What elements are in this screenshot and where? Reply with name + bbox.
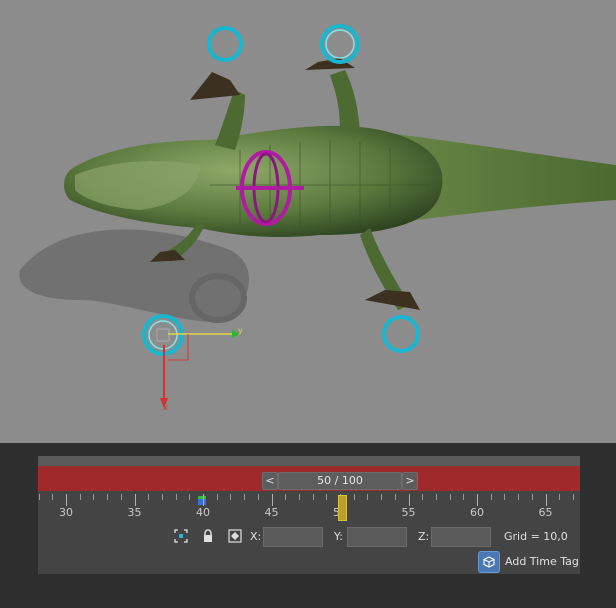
ik-helper-rear-left — [320, 24, 360, 64]
ruler-tick — [189, 494, 191, 500]
ruler-tick — [79, 494, 81, 500]
ruler-label: 35 — [127, 506, 142, 519]
ruler-tick — [504, 494, 506, 500]
y-field[interactable] — [347, 527, 407, 547]
ruler-tick — [148, 494, 150, 500]
pivot-box — [156, 328, 170, 342]
add-time-tag-button[interactable] — [478, 551, 500, 573]
gizmo-x-label: x — [163, 403, 168, 412]
ruler-tick — [367, 494, 369, 500]
ik-helper-front-left — [207, 26, 243, 62]
ruler-label: 60 — [470, 506, 484, 519]
ruler-tick — [257, 494, 259, 500]
ruler-tick — [408, 494, 410, 506]
ruler-tick — [120, 494, 122, 500]
key-mode-icon[interactable] — [226, 527, 244, 545]
ruler-tick — [38, 494, 40, 500]
grid-setting: Grid = 10,0 — [504, 530, 568, 543]
ruler-tick — [312, 494, 314, 500]
next-frame-button[interactable]: > — [402, 472, 418, 490]
ruler-tick — [572, 494, 574, 500]
rear-left-leg — [330, 70, 360, 130]
selection-focus-icon[interactable] — [172, 527, 190, 545]
time-tag-icon — [483, 556, 495, 568]
prev-frame-button[interactable]: < — [262, 472, 278, 490]
ruler-tick — [422, 494, 424, 500]
ruler-tick — [463, 494, 465, 500]
ruler-tick — [381, 494, 383, 500]
ruler-tick — [559, 494, 561, 500]
lock-icon[interactable] — [199, 527, 217, 545]
ruler-label: 40 — [196, 506, 210, 519]
ruler-label: 55 — [401, 506, 416, 519]
ruler-tick — [52, 494, 54, 500]
ruler-tick — [531, 494, 533, 500]
ruler-tick — [161, 494, 163, 500]
viewport-scene — [19, 24, 616, 408]
ruler-tick — [203, 494, 204, 506]
ruler-tick — [271, 494, 273, 506]
z-field[interactable] — [431, 527, 491, 547]
keyframe-marker[interactable] — [198, 496, 206, 505]
ruler-tick — [435, 494, 437, 500]
ruler-tick — [490, 494, 492, 500]
ruler-tick — [216, 494, 218, 500]
3d-viewport[interactable]: y x — [0, 0, 616, 443]
ik-helper-rear-right — [382, 315, 420, 353]
ruler-label: 65 — [538, 506, 553, 519]
gizmo-y-label: y — [238, 326, 243, 335]
x-field[interactable] — [263, 527, 323, 547]
ruler-label: 30 — [59, 506, 73, 519]
ruler-tick — [449, 494, 451, 500]
z-label: Z: — [418, 530, 430, 543]
frame-counter[interactable]: 50 / 100 — [278, 472, 402, 490]
time-cursor[interactable] — [338, 495, 347, 521]
ruler-tick — [244, 494, 246, 500]
track-bar[interactable] — [38, 456, 580, 466]
ruler-tick — [230, 494, 232, 500]
ruler-tick — [285, 494, 287, 500]
ruler-tick — [175, 494, 177, 500]
ruler-tick — [134, 494, 136, 506]
timeline-ruler[interactable]: 3035404550556065 — [38, 491, 580, 519]
ruler-tick — [518, 494, 520, 500]
ruler-tick — [298, 494, 300, 500]
ruler-tick — [66, 494, 67, 506]
ruler-label: 45 — [264, 506, 279, 519]
ruler-tick — [326, 494, 328, 500]
ruler-tick — [107, 494, 109, 500]
x-label: X: — [250, 530, 262, 543]
ruler-tick — [394, 494, 396, 500]
add-time-tag-label[interactable]: Add Time Tag — [505, 555, 579, 568]
ruler-tick — [93, 494, 95, 500]
y-label: Y: — [334, 530, 343, 543]
ruler-tick — [353, 494, 355, 500]
ruler-tick — [477, 494, 478, 506]
ruler-tick — [545, 494, 547, 506]
